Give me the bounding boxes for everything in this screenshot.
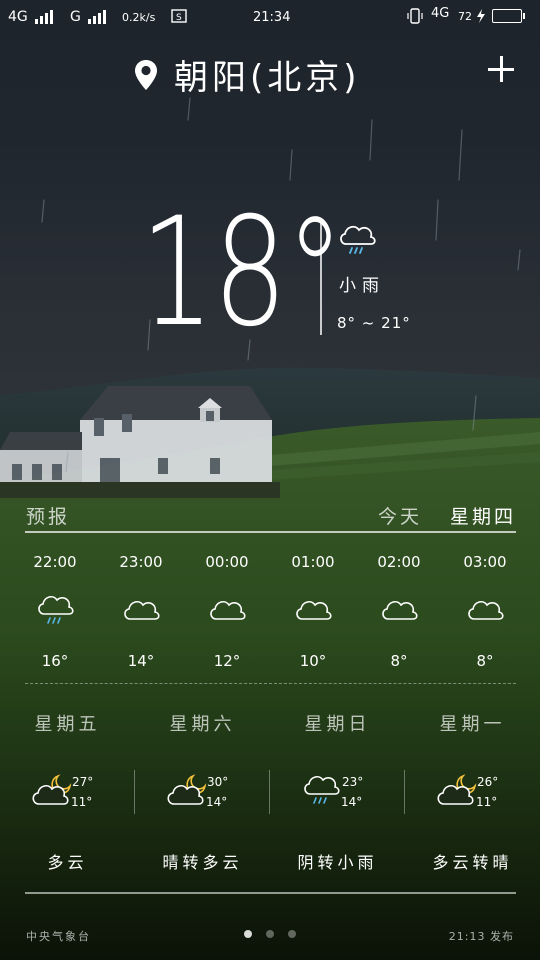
day-high: 26° [477, 775, 499, 789]
hour-time: 01:00 [291, 553, 335, 571]
day-desc: 多云 [47, 853, 88, 872]
hour-temp: 8° [476, 652, 494, 670]
daily-item: 星期五 27° 11° 多云 [0, 706, 135, 876]
day-high: 27° [72, 775, 94, 789]
day-desc: 晴转多云 [162, 853, 243, 872]
signal-icon [34, 10, 53, 24]
day-high: 30° [207, 775, 229, 789]
current-range: 8° ~ 21° [337, 314, 411, 332]
hour-temp: 16° [41, 652, 69, 670]
page-dot[interactable] [244, 930, 252, 938]
current-condition: 小雨 [339, 276, 385, 296]
light-rain-icon [300, 772, 344, 812]
signal-icon [87, 10, 106, 24]
cloudy-icon [184, 582, 270, 638]
clock: 21:34 [253, 10, 291, 25]
daily-item: 星期六 30° 14° 晴转多云 [135, 706, 270, 876]
data-source: 中央气象台 [26, 930, 91, 943]
daily-bottom-divider [25, 892, 516, 894]
page-indicator[interactable] [244, 930, 296, 938]
day-desc: 阴转小雨 [297, 853, 378, 872]
hourly-divider [25, 683, 516, 684]
hour-time: 00:00 [205, 553, 249, 571]
hourly-item: 03:00 8° [442, 550, 528, 670]
partly-cloudy-night-icon [30, 772, 74, 812]
screenshot-icon: S [170, 7, 188, 25]
daily-item: 星期日 23° 14° 阴转小雨 [270, 706, 405, 876]
hour-time: 23:00 [119, 553, 163, 571]
daily-forecast: 星期五 27° 11° 多云 星期六 30° 14° 晴转多云 星期日 23° … [0, 706, 540, 876]
network-speed: 0.2k/s [122, 11, 156, 24]
day-name: 星期一 [439, 714, 506, 735]
day-low: 11° [71, 795, 93, 809]
hourly-item: 23:00 14° [98, 550, 184, 670]
hour-temp: 10° [299, 652, 327, 670]
cloudy-icon [356, 582, 442, 638]
network-type-label: G [70, 9, 81, 25]
hour-temp: 12° [213, 652, 241, 670]
add-city-button[interactable] [486, 54, 516, 84]
hourly-item: 22:00 16° [12, 550, 98, 670]
hour-time: 03:00 [463, 553, 507, 571]
cloudy-icon [270, 582, 356, 638]
day-separator [404, 770, 405, 814]
vibrate-icon [406, 7, 424, 25]
daily-item: 星期一 26° 11° 多云转晴 [405, 706, 540, 876]
day-low: 14° [341, 795, 363, 809]
hourly-forecast: 22:00 16° 23:00 14° 00:00 12° 01:00 10° … [12, 550, 528, 670]
day-name: 星期日 [304, 714, 371, 735]
header: 朝阳(北京) [0, 44, 540, 100]
hourly-item: 02:00 8° [356, 550, 442, 670]
page-dot[interactable] [266, 930, 274, 938]
hour-time: 02:00 [377, 553, 421, 571]
status-bar: 4G G 0.2k/s S 21:34 4G 72 [0, 0, 540, 34]
hourly-item: 00:00 12° [184, 550, 270, 670]
network-1: 4G [8, 9, 53, 25]
tab-weekday[interactable]: 星期四 [450, 502, 516, 529]
hourly-item: 01:00 10° [270, 550, 356, 670]
hour-temp: 14° [127, 652, 155, 670]
network-type-label: 4G [8, 9, 28, 25]
forecast-header: 预报 今天 星期四 [26, 500, 516, 534]
forecast-title: 预报 [26, 506, 71, 528]
network-2: G [70, 9, 106, 25]
hour-temp: 8° [390, 652, 408, 670]
day-low: 14° [206, 795, 228, 809]
battery-percent: 72 [458, 10, 472, 23]
cloudy-icon [442, 582, 528, 638]
forecast-header-divider [25, 531, 516, 533]
day-high: 23° [342, 775, 364, 789]
svg-text:S: S [176, 13, 182, 23]
charging-icon [476, 8, 486, 24]
battery-icon [492, 9, 525, 23]
day-separator [269, 770, 270, 814]
day-desc: 多云转晴 [432, 853, 513, 872]
partly-cloudy-night-icon [165, 772, 209, 812]
partly-cloudy-night-icon [435, 772, 479, 812]
location-pin-icon [135, 59, 157, 90]
day-name: 星期五 [34, 714, 101, 735]
city-selector[interactable]: 朝阳(北京) [134, 50, 361, 99]
current-temperature-value: 18° [140, 186, 344, 360]
day-low: 11° [476, 795, 498, 809]
day-name: 星期六 [169, 714, 236, 735]
light-rain-icon [12, 582, 98, 638]
publish-time: 21:13 发布 [448, 930, 514, 943]
hour-time: 22:00 [33, 553, 77, 571]
cloudy-icon [98, 582, 184, 638]
network-type-3: 4G [431, 6, 450, 21]
light-rain-icon [336, 222, 378, 262]
current-divider [320, 223, 322, 335]
footer: 中央气象台 21:13 发布 [0, 920, 540, 950]
city-name: 朝阳(北京) [174, 58, 361, 98]
page-dot[interactable] [288, 930, 296, 938]
day-separator [134, 770, 135, 814]
tab-today[interactable]: 今天 [378, 502, 422, 529]
